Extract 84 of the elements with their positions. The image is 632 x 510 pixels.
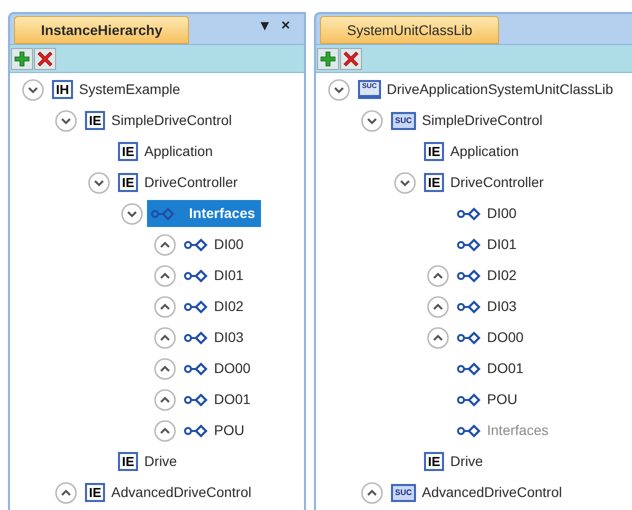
tree-item[interactable]: DO00 bbox=[453, 324, 528, 351]
expand-toggle[interactable] bbox=[427, 296, 449, 318]
tree-item[interactable]: IE SimpleDriveControl bbox=[81, 107, 236, 134]
tree-item[interactable]: IE Drive bbox=[420, 448, 487, 475]
interface-icon bbox=[184, 422, 208, 438]
interface-icon bbox=[457, 268, 481, 284]
interface-icon bbox=[184, 330, 208, 346]
element-badge: IH bbox=[52, 80, 73, 99]
close-button[interactable]: × bbox=[275, 14, 296, 44]
delete-button[interactable] bbox=[340, 48, 362, 70]
interface-icon bbox=[184, 392, 208, 408]
element-badge: IE bbox=[118, 173, 138, 192]
tree-item[interactable]: SUC AdvancedDriveControl bbox=[387, 479, 566, 506]
panel-tab[interactable]: InstanceHierarchy bbox=[14, 16, 190, 44]
tree-item[interactable]: DI03 bbox=[180, 324, 248, 351]
collapse-toggle[interactable] bbox=[88, 172, 110, 194]
interface-icon bbox=[457, 206, 481, 222]
element-badge: IE bbox=[85, 111, 106, 130]
interface-icon bbox=[151, 206, 175, 222]
expand-toggle[interactable] bbox=[154, 326, 176, 348]
delete-icon bbox=[37, 50, 53, 66]
interface-icon bbox=[457, 236, 481, 252]
expand-toggle[interactable] bbox=[55, 482, 77, 504]
tree-item[interactable]: DI02 bbox=[180, 293, 248, 320]
tree-item[interactable]: DI03 bbox=[453, 293, 521, 320]
expand-toggle[interactable] bbox=[427, 326, 449, 348]
collapse-toggle[interactable] bbox=[328, 78, 350, 100]
expand-toggle[interactable] bbox=[361, 482, 383, 504]
panel-tab[interactable]: SystemUnitClassLib bbox=[320, 16, 500, 44]
class-badge: SUC bbox=[391, 112, 416, 130]
add-button[interactable] bbox=[11, 48, 33, 70]
tree-item[interactable]: DO01 bbox=[453, 355, 528, 382]
add-button[interactable] bbox=[317, 48, 339, 70]
interface-icon bbox=[457, 330, 481, 346]
tree-item[interactable]: IE Drive bbox=[114, 448, 181, 475]
element-badge: IE bbox=[424, 452, 444, 471]
interface-icon bbox=[457, 298, 481, 314]
expand-toggle[interactable] bbox=[427, 264, 449, 286]
tree-item[interactable]: IE DriveController bbox=[420, 169, 548, 196]
plus-icon bbox=[14, 50, 30, 66]
delete-icon bbox=[343, 50, 359, 66]
tree-item[interactable]: SUC SimpleDriveControl bbox=[387, 107, 546, 134]
tree-item[interactable]: DI00 bbox=[453, 200, 521, 227]
element-badge: IE bbox=[118, 142, 138, 161]
tree-item[interactable]: IH SystemExample bbox=[48, 76, 184, 103]
expand-toggle[interactable] bbox=[154, 358, 176, 380]
expand-toggle[interactable] bbox=[154, 296, 176, 318]
collapse-toggle[interactable] bbox=[394, 172, 416, 194]
tree-item[interactable]: DI01 bbox=[453, 231, 521, 258]
tree-item[interactable]: DI00 bbox=[180, 231, 248, 258]
interface-icon bbox=[184, 236, 208, 252]
tree-item[interactable]: DO01 bbox=[180, 386, 255, 413]
tree-item[interactable]: IE DriveController bbox=[114, 169, 242, 196]
expand-toggle[interactable] bbox=[154, 388, 176, 410]
delete-button[interactable] bbox=[34, 48, 56, 70]
tree-item[interactable]: POU bbox=[180, 417, 248, 444]
collapse-toggle[interactable] bbox=[55, 110, 77, 132]
tree-item[interactable]: IE Application bbox=[114, 138, 217, 165]
expand-toggle[interactable] bbox=[154, 264, 176, 286]
element-badge: IE bbox=[424, 173, 444, 192]
tree-item[interactable]: DO00 bbox=[180, 355, 255, 382]
tree-item[interactable]: IE Application bbox=[420, 138, 523, 165]
selected-tree-item[interactable]: Interfaces bbox=[147, 200, 262, 227]
collapse-toggle[interactable] bbox=[361, 110, 383, 132]
interface-icon bbox=[457, 392, 481, 408]
expand-toggle[interactable] bbox=[154, 234, 176, 256]
collapse-toggle[interactable] bbox=[22, 78, 44, 100]
interface-icon bbox=[457, 422, 481, 438]
interface-icon bbox=[184, 360, 208, 376]
interface-icon bbox=[184, 268, 208, 284]
interface-icon bbox=[184, 298, 208, 314]
element-badge: IE bbox=[424, 142, 444, 161]
tree-item[interactable]: POU bbox=[453, 386, 522, 413]
interface-icon bbox=[457, 360, 481, 376]
element-badge: IE bbox=[85, 483, 106, 502]
plus-icon bbox=[320, 50, 336, 66]
collapse-toggle[interactable] bbox=[121, 202, 143, 224]
expand-toggle[interactable] bbox=[154, 420, 176, 442]
element-badge: IE bbox=[118, 452, 138, 471]
pane-menu-button[interactable]: ▾ bbox=[255, 14, 276, 44]
tree-item[interactable]: DI01 bbox=[180, 262, 248, 289]
class-badge: SUC bbox=[391, 484, 416, 502]
tree-item[interactable]: DI02 bbox=[453, 262, 521, 289]
tree-item[interactable]: IE AdvancedDriveControl bbox=[81, 479, 256, 506]
